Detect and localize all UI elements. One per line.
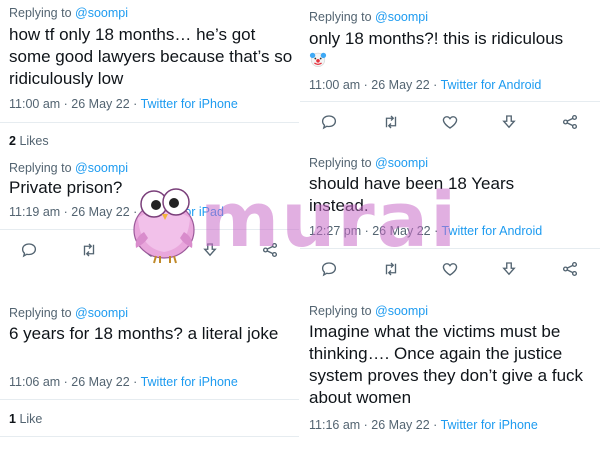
reply-line: Replying to @soompi [309, 10, 428, 24]
reply-line: Replying to @soompi [309, 304, 428, 318]
divider [300, 101, 600, 102]
reply-handle-link[interactable]: @soompi [75, 306, 128, 320]
download-icon[interactable] [199, 239, 221, 261]
action-bar [300, 111, 600, 133]
likes-label: Likes [19, 134, 49, 148]
divider [0, 399, 300, 400]
tweet-source-link[interactable]: Twitter for iPad [141, 205, 224, 219]
reply-handle-link[interactable]: @soompi [375, 156, 428, 170]
tweet-card: Replying to @soompi Imagine what the vic… [300, 300, 600, 450]
reply-prefix: Replying to [309, 156, 372, 170]
likes-count[interactable]: 2 Likes [9, 134, 49, 148]
tweet-timestamp[interactable]: 11:16 am · 26 May 22 · [309, 418, 437, 432]
reply-prefix: Replying to [9, 6, 72, 20]
reply-prefix: Replying to [309, 304, 372, 318]
tweet-source-link[interactable]: Twitter for Android [441, 224, 542, 238]
action-bar [0, 239, 300, 261]
reply-handle-link[interactable]: @soompi [75, 161, 128, 175]
tweet-source-link[interactable]: Twitter for iPhone [441, 418, 538, 432]
reply-handle-link[interactable]: @soompi [375, 10, 428, 24]
tweet-text: Private prison? [9, 178, 123, 197]
tweet-card: Replying to @soompi Private prison? 11:1… [0, 155, 300, 275]
download-icon[interactable] [498, 111, 520, 133]
tweet-timestamp[interactable]: 11:06 am · 26 May 22 · [9, 375, 137, 389]
reply-prefix: Replying to [9, 306, 72, 320]
reply-line: Replying to @soompi [9, 306, 128, 320]
reply-line: Replying to @soompi [9, 161, 128, 175]
divider [0, 229, 300, 230]
share-icon[interactable] [559, 258, 581, 280]
tweet-text: only 18 months?! this is ridiculous [309, 28, 597, 74]
action-bar [300, 258, 600, 280]
reply-line: Replying to @soompi [309, 156, 428, 170]
tweet-text-content: only 18 months?! this is ridiculous [309, 29, 564, 48]
download-icon[interactable] [498, 258, 520, 280]
retweet-icon[interactable] [380, 258, 402, 280]
tweet-card: Replying to @soompi only 18 months?! thi… [300, 0, 600, 145]
tweet-meta: 11:16 am · 26 May 22 · Twitter for iPhon… [309, 418, 538, 432]
divider [300, 248, 600, 249]
tweet-meta: 11:00 am · 26 May 22 · Twitter for Andro… [309, 78, 541, 92]
reply-handle-link[interactable]: @soompi [375, 304, 428, 318]
tweet-text: 6 years for 18 months? a literal joke [9, 324, 279, 343]
reply-icon[interactable] [318, 111, 340, 133]
tweet-card: Replying to @soompi how tf only 18 month… [0, 0, 300, 150]
divider [0, 436, 300, 437]
tweet-meta: 11:00 am · 26 May 22 · Twitter for iPhon… [9, 97, 238, 111]
retweet-icon[interactable] [78, 239, 100, 261]
tweet-source-link[interactable]: Twitter for Android [441, 78, 542, 92]
reply-icon[interactable] [318, 258, 340, 280]
tweet-text: how tf only 18 months… he’s got some goo… [9, 25, 293, 88]
reply-line: Replying to @soompi [9, 6, 128, 20]
divider [0, 122, 300, 123]
share-icon[interactable] [259, 239, 281, 261]
reply-prefix: Replying to [9, 161, 72, 175]
likes-number: 2 [9, 134, 16, 148]
tweet-card: Replying to @soompi should have been 18 … [300, 150, 600, 290]
tweet-timestamp[interactable]: 11:19 am · 26 May 22 · [9, 205, 137, 219]
tweet-source-link[interactable]: Twitter for iPhone [141, 375, 238, 389]
tweet-card: Replying to @soompi 6 years for 18 month… [0, 300, 300, 450]
reply-prefix: Replying to [309, 10, 372, 24]
tweet-text: should have been 18 Years instead. [309, 174, 515, 215]
likes-label: Like [19, 412, 43, 426]
clown-face-icon [309, 50, 327, 74]
tweet-timestamp[interactable]: 11:00 am · 26 May 22 · [9, 97, 137, 111]
tweet-meta: 11:19 am · 26 May 22 · Twitter for iPad [9, 205, 224, 219]
like-icon[interactable] [439, 111, 461, 133]
tweet-source-link[interactable]: Twitter for iPhone [141, 97, 238, 111]
left-column: Replying to @soompi how tf only 18 month… [0, 0, 300, 450]
right-column: Replying to @soompi only 18 months?! thi… [300, 0, 600, 450]
reply-icon[interactable] [18, 239, 40, 261]
tweet-timestamp[interactable]: 12:27 pm · 26 May 22 · [309, 224, 438, 238]
likes-count[interactable]: 1 Like [9, 412, 42, 426]
like-icon[interactable] [439, 258, 461, 280]
share-icon[interactable] [559, 111, 581, 133]
tweet-timestamp[interactable]: 11:00 am · 26 May 22 · [309, 78, 437, 92]
like-icon[interactable] [140, 239, 162, 261]
tweet-meta: 12:27 pm · 26 May 22 · Twitter for Andro… [309, 224, 542, 238]
tweet-meta: 11:06 am · 26 May 22 · Twitter for iPhon… [9, 375, 238, 389]
retweet-icon[interactable] [380, 111, 402, 133]
reply-handle-link[interactable]: @soompi [75, 6, 128, 20]
likes-number: 1 [9, 412, 16, 426]
tweet-text: Imagine what the victims must be thinkin… [309, 322, 584, 407]
